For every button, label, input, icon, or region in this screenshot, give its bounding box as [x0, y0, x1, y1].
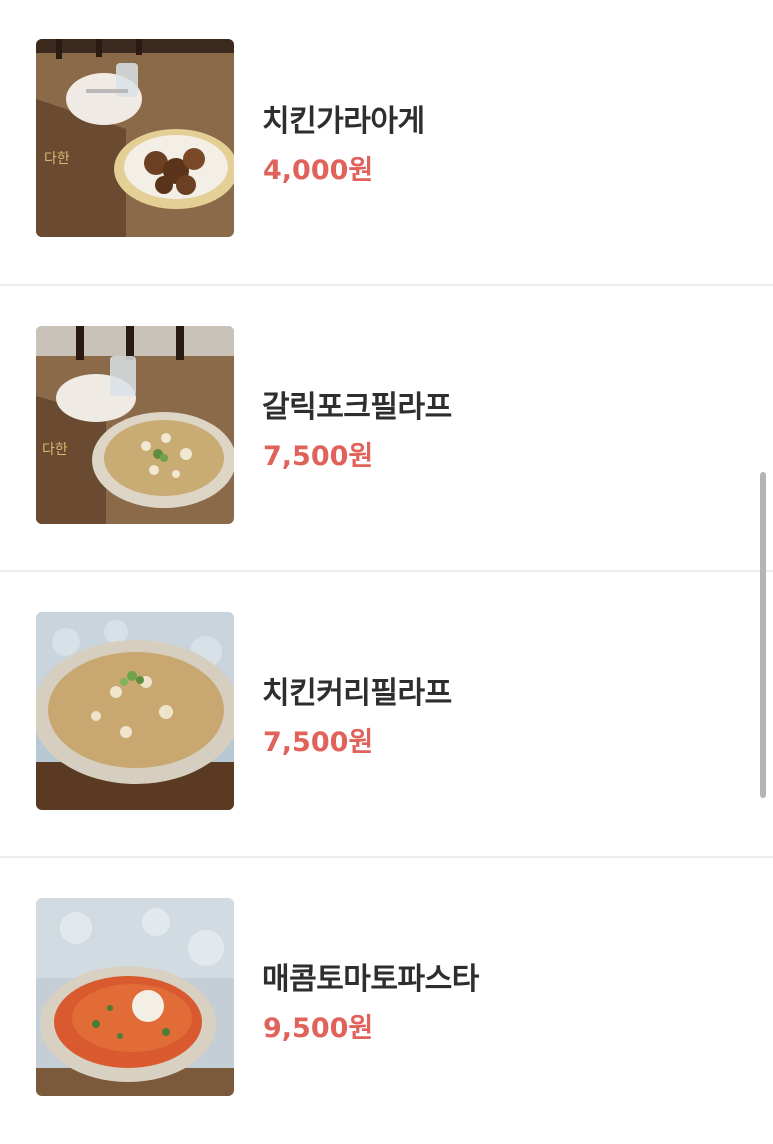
menu-item-name: 치킨커리필라프	[262, 676, 452, 711]
menu-item-price: 7,500원	[263, 727, 374, 758]
chicken-karaage-photo[interactable]: 다한	[36, 39, 234, 237]
spicy-tomato-pasta-photo[interactable]	[36, 898, 234, 1096]
garlic-pork-pilaf-photo[interactable]: 다한	[36, 326, 234, 524]
svg-text:다한: 다한	[42, 442, 68, 458]
menu-item-name: 갈릭포크필라프	[262, 390, 452, 425]
menu-list: 다한 치킨가라아게 4,000원 다한 갈릭포크필라프 7,500원 치킨커리필…	[0, 0, 773, 1144]
vertical-scrollbar[interactable]	[760, 472, 766, 798]
menu-item-name: 매콤토마토파스타	[262, 962, 479, 997]
chicken-curry-pilaf-photo[interactable]	[36, 612, 234, 810]
menu-item-price: 7,500원	[263, 441, 374, 472]
menu-item[interactable]: 다한 치킨가라아게 4,000원	[0, 0, 773, 286]
menu-item[interactable]: 다한 갈릭포크필라프 7,500원	[0, 286, 773, 572]
menu-item[interactable]: 치킨커리필라프 7,500원	[0, 572, 773, 858]
menu-item-price: 4,000원	[263, 155, 374, 186]
svg-text:다한: 다한	[44, 151, 70, 167]
menu-item-price: 9,500원	[263, 1013, 374, 1044]
menu-item[interactable]: 매콤토마토파스타 9,500원	[0, 858, 773, 1144]
menu-item-name: 치킨가라아게	[262, 104, 425, 139]
